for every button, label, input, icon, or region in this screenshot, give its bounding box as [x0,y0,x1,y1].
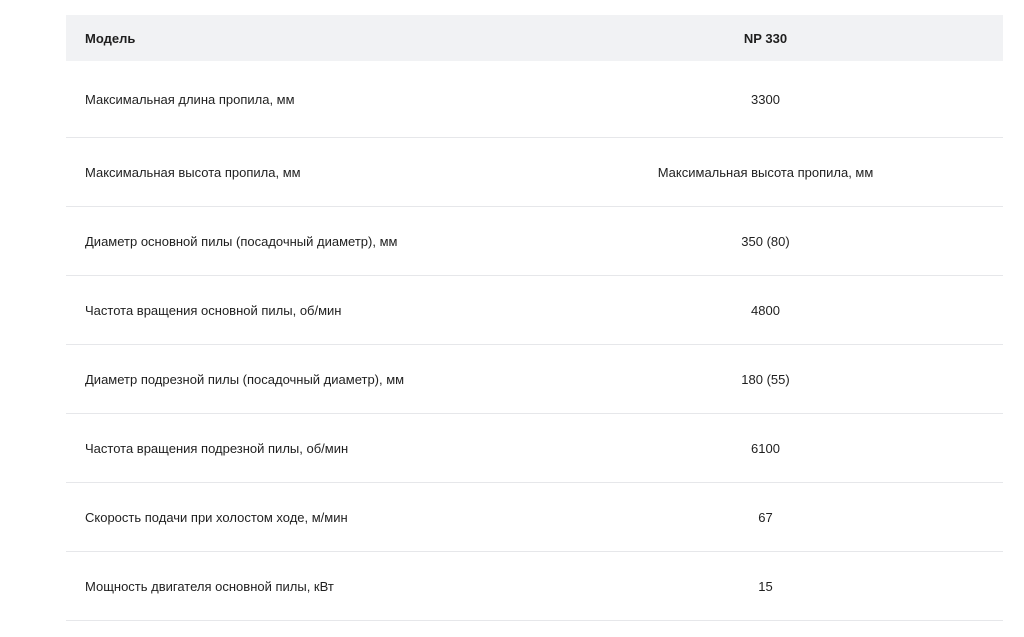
row-value: 15 [758,578,773,594]
row-value: 4800 [751,302,780,318]
row-label: Максимальная высота пропила, мм [85,164,301,180]
table-body: Максимальная длина пропила, мм 3300 Макс… [66,61,1003,621]
header-label: Модель [85,30,136,46]
table-header-row: Модель NP 330 [66,15,1003,61]
table-row: Максимальная длина пропила, мм 3300 [66,61,1003,138]
table-row: Частота вращения подрезной пилы, об/мин … [66,414,1003,483]
row-label: Максимальная длина пропила, мм [85,91,295,107]
row-value: 350 (80) [741,233,790,249]
row-value: Максимальная высота пропила, мм [657,164,874,180]
row-value: 67 [758,509,773,525]
row-label: Частота вращения подрезной пилы, об/мин [85,440,349,456]
table-row: Диаметр основной пилы (посадочный диамет… [66,207,1003,276]
row-label: Частота вращения основной пилы, об/мин [85,302,342,318]
row-label: Диаметр подрезной пилы (посадочный диаме… [85,371,405,387]
table-row: Частота вращения основной пилы, об/мин 4… [66,276,1003,345]
row-label: Мощность двигателя основной пилы, кВт [85,578,334,594]
header-value: NP 330 [743,30,788,46]
row-value: 180 (55) [741,371,790,387]
table-row: Скорость подачи при холостом ходе, м/мин… [66,483,1003,552]
specs-table: Модель NP 330 Максимальная длина пропила… [66,15,1003,621]
table-row: Мощность двигателя основной пилы, кВт 15 [66,552,1003,621]
table-row: Максимальная высота пропила, мм Максимал… [66,138,1003,207]
row-label: Скорость подачи при холостом ходе, м/мин [85,509,348,525]
row-value: 6100 [751,440,780,456]
table-row: Диаметр подрезной пилы (посадочный диаме… [66,345,1003,414]
row-label: Диаметр основной пилы (посадочный диамет… [85,233,398,249]
row-value: 3300 [751,91,780,107]
